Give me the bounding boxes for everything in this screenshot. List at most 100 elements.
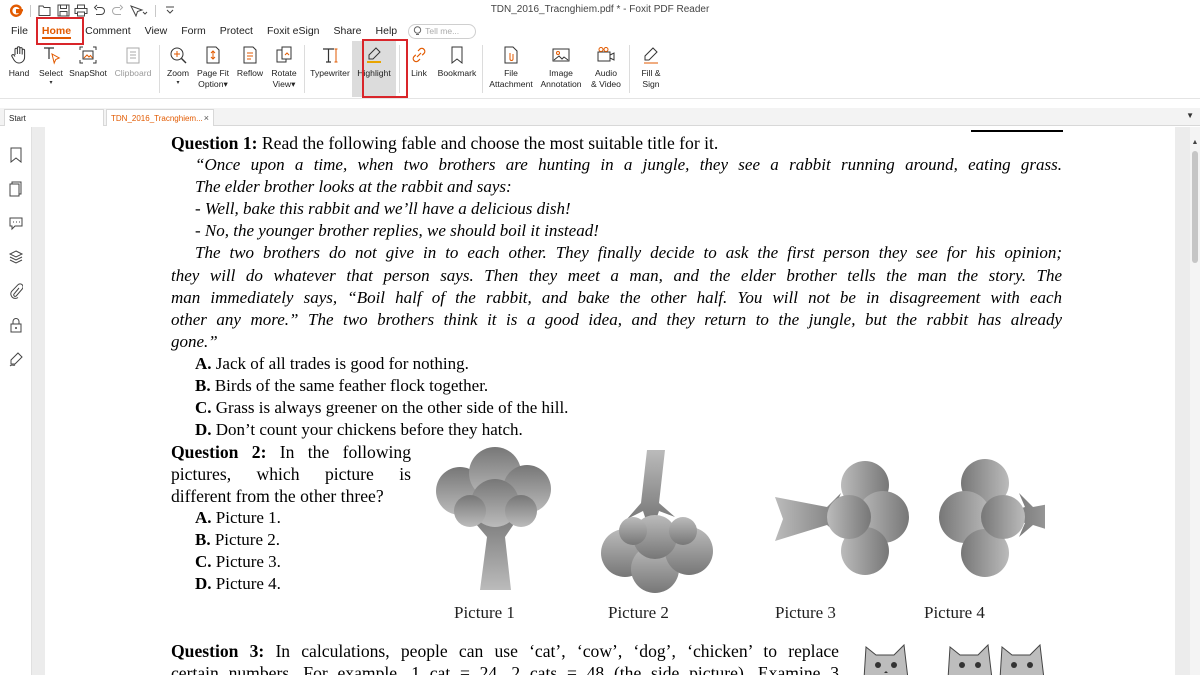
q1-option-a: A. Jack of all trades is good for nothin… [195, 354, 469, 373]
lightbulb-icon [413, 26, 422, 35]
q1-line-5: The two brothers do not give in to each … [195, 243, 1062, 262]
close-tab-icon[interactable]: × [204, 113, 209, 123]
picture-3 [775, 461, 909, 575]
comments-panel-icon[interactable] [8, 215, 24, 231]
scroll-thumb[interactable] [1192, 151, 1198, 263]
bookmarks-panel-icon[interactable] [8, 147, 24, 163]
scroll-up-icon[interactable]: ▲ [1190, 139, 1200, 146]
tell-me-search[interactable]: Tell me... [408, 23, 477, 39]
q1-line-2: The elder brother looks at the rabbit an… [195, 177, 512, 196]
file-attachment-button[interactable]: File Attachment [486, 41, 536, 97]
q1-line-9: gone.” [171, 332, 218, 351]
tab-view[interactable]: View [138, 21, 175, 41]
reflow-icon [239, 44, 261, 66]
undo-icon[interactable] [91, 3, 107, 19]
tab-document[interactable]: TDN_2016_Tracnghiem... × [106, 109, 214, 126]
q1-option-c: C. Grass is always greener on the other … [195, 398, 569, 417]
document-view[interactable]: Question 1: Read the following fable and… [32, 127, 1190, 675]
tab-file[interactable]: File [4, 21, 35, 41]
q1-option-d: D. Don’t count your chickens before they… [195, 420, 523, 439]
tool-select-icon[interactable] [127, 3, 149, 19]
snapshot-button[interactable]: SnapShot [66, 41, 110, 97]
signatures-panel-icon[interactable] [8, 351, 24, 367]
q2-line-3: different from the other three? [171, 486, 384, 506]
q1-line-1: “Once upon a time, when two brothers are… [195, 155, 1062, 174]
cat-face-1 [863, 643, 909, 675]
clipboard-icon [122, 44, 144, 66]
header-rule [971, 127, 1063, 132]
tab-form[interactable]: Form [174, 21, 213, 41]
quick-access-toolbar [0, 0, 178, 21]
security-panel-icon[interactable] [8, 317, 24, 333]
image-annotation-button[interactable]: Image Annotation [536, 41, 586, 97]
audio-video-icon [595, 44, 617, 66]
picture-2 [601, 450, 713, 593]
pages-panel-icon[interactable] [8, 181, 24, 197]
link-icon [408, 44, 430, 66]
tab-foxit-esign[interactable]: Foxit eSign [260, 21, 327, 41]
tab-protect[interactable]: Protect [213, 21, 260, 41]
open-icon[interactable] [37, 3, 53, 19]
snapshot-icon [77, 44, 99, 66]
layers-panel-icon[interactable] [8, 249, 24, 265]
foxit-logo-icon[interactable] [8, 3, 24, 19]
q1-line-3: - Well, bake this rabbit and we’ll have … [195, 199, 571, 218]
file-attachment-icon [500, 44, 522, 66]
tab-list-icon[interactable]: ▼ [1186, 111, 1194, 120]
typewriter-button[interactable]: Typewriter [308, 41, 352, 97]
link-button[interactable]: Link [403, 41, 435, 97]
tab-help[interactable]: Help [369, 21, 405, 41]
save-icon[interactable] [55, 3, 71, 19]
tab-start[interactable]: Start [4, 109, 104, 126]
cat-pictures [863, 643, 1045, 675]
q3-line-2: certain numbers. For example, 1 cat = 24… [171, 663, 839, 675]
image-annotation-icon [550, 44, 572, 66]
q2-option-d: D. Picture 4. [195, 574, 281, 593]
rotate-view-button[interactable]: Rotate View▾ [267, 41, 301, 97]
tree-pictures [436, 447, 1045, 593]
bookmark-button[interactable]: Bookmark [435, 41, 479, 97]
q3-heading: Question 3: In calculations, people can … [171, 641, 839, 661]
q1-line-6: they will do whatever that person says. … [171, 266, 1062, 285]
select-text-icon [40, 44, 62, 66]
q2-heading: Question 2: In the following [171, 442, 412, 462]
q1-line-4: - No, the younger brother replies, we sh… [195, 221, 599, 240]
typewriter-icon [319, 44, 341, 66]
hand-button[interactable]: Hand [2, 41, 36, 97]
vertical-scrollbar[interactable]: ▲ [1190, 127, 1200, 675]
ribbon-home: Hand Select ▾ SnapShot Clipboard Zoom ▾ … [0, 41, 1200, 99]
caption-picture-1: Picture 1 [454, 603, 515, 622]
fill-sign-button[interactable]: Fill & Sign [633, 41, 669, 97]
zoom-button[interactable]: Zoom ▾ [163, 41, 193, 97]
page-fit-icon [202, 44, 224, 66]
q1-line-7: man immediately says, “Boil half of the … [171, 288, 1062, 307]
cat-face-3 [999, 643, 1045, 675]
title-bar: TDN_2016_Tracnghiem.pdf * - Foxit PDF Re… [0, 0, 1200, 21]
caption-picture-3: Picture 3 [775, 603, 836, 622]
reflow-button[interactable]: Reflow [233, 41, 267, 97]
print-icon[interactable] [73, 3, 89, 19]
audio-video-button[interactable]: Audio & Video [586, 41, 626, 97]
document-tab-bar: Start TDN_2016_Tracnghiem... × ▼ [0, 108, 1200, 126]
redo-icon[interactable] [109, 3, 125, 19]
caption-picture-4: Picture 4 [924, 603, 985, 622]
q2-option-a: A. Picture 1. [195, 508, 281, 527]
tab-home[interactable]: Home [35, 21, 78, 41]
rotate-view-icon [273, 44, 295, 66]
cat-face-2 [947, 643, 993, 675]
tab-share[interactable]: Share [327, 21, 369, 41]
page-fit-option-button[interactable]: Page Fit Option▾ [193, 41, 233, 97]
clipboard-button[interactable]: Clipboard [110, 41, 156, 97]
highlight-button[interactable]: Highlight [352, 41, 396, 97]
q2-option-c: C. Picture 3. [195, 552, 281, 571]
caption-picture-2: Picture 2 [608, 603, 669, 622]
picture-1 [436, 447, 551, 590]
attachments-panel-icon[interactable] [8, 283, 24, 299]
select-button[interactable]: Select ▾ [36, 41, 66, 97]
customize-qat-icon[interactable] [162, 3, 178, 19]
q2-line-2: pictures, which picture is [171, 464, 411, 484]
q1-heading: Question 1: Read the following fable and… [171, 133, 719, 153]
tab-comment[interactable]: Comment [78, 21, 138, 41]
q2-option-b: B. Picture 2. [195, 530, 280, 549]
zoom-icon [167, 44, 189, 66]
